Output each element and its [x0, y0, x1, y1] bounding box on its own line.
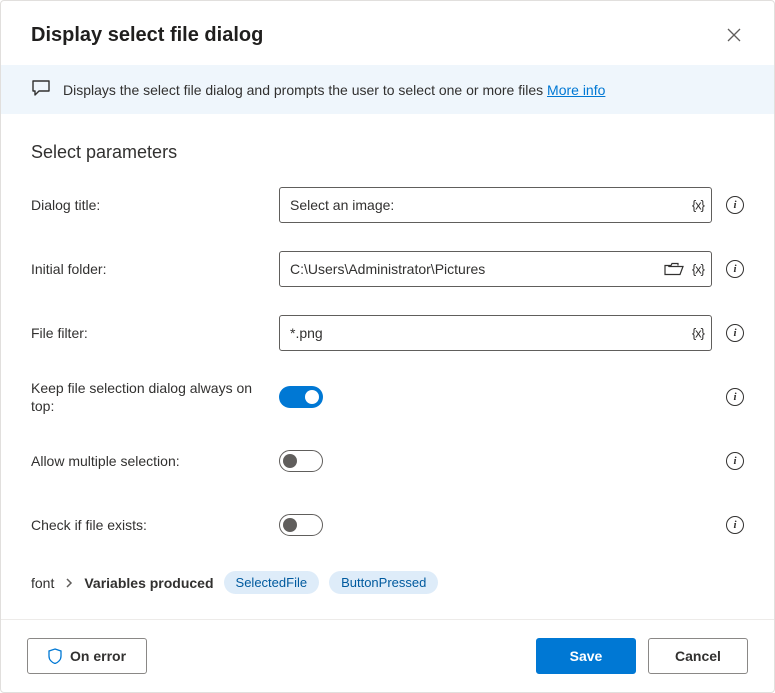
row-dialog-title: Dialog title: {x} i [31, 187, 744, 223]
toggle-check-exists[interactable] [279, 514, 323, 536]
chevron-right-icon[interactable] [64, 578, 74, 588]
folder-browse-icon[interactable] [664, 262, 684, 276]
variable-pill[interactable]: SelectedFile [224, 571, 320, 594]
row-allow-multiple: Allow multiple selection: i [31, 443, 744, 479]
label-check-exists: Check if file exists: [31, 516, 279, 534]
shield-icon [48, 648, 62, 664]
info-icon[interactable]: i [726, 196, 744, 214]
more-info-link[interactable]: More info [547, 82, 605, 98]
label-initial-folder: Initial folder: [31, 260, 279, 278]
info-icon[interactable]: i [726, 516, 744, 534]
info-icon[interactable]: i [726, 324, 744, 342]
dialog-header: Display select file dialog [1, 1, 774, 65]
variable-pill[interactable]: ButtonPressed [329, 571, 438, 594]
label-allow-multiple: Allow multiple selection: [31, 452, 279, 470]
on-error-button[interactable]: On error [27, 638, 147, 674]
row-file-filter: File filter: {x} i [31, 315, 744, 351]
info-banner: Displays the select file dialog and prom… [1, 65, 774, 114]
variable-picker-icon[interactable]: {x} [690, 324, 706, 343]
label-file-filter: File filter: [31, 324, 279, 342]
label-always-on-top: Keep file selection dialog always on top… [31, 379, 279, 415]
input-dialog-title[interactable] [279, 187, 712, 223]
close-button[interactable] [722, 23, 746, 47]
info-icon[interactable]: i [726, 388, 744, 406]
save-button[interactable]: Save [536, 638, 636, 674]
input-file-filter[interactable] [279, 315, 712, 351]
variable-picker-icon[interactable]: {x} [690, 196, 706, 215]
row-check-exists: Check if file exists: i [31, 507, 744, 543]
info-icon[interactable]: i [726, 260, 744, 278]
variable-picker-icon[interactable]: {x} [690, 260, 706, 279]
toggle-always-on-top[interactable] [279, 386, 323, 408]
label-dialog-title: Dialog title: [31, 196, 279, 214]
dialog-footer: On error Save Cancel [1, 619, 774, 692]
dialog-root: Display select file dialog Displays the … [0, 0, 775, 693]
banner-text: Displays the select file dialog and prom… [63, 82, 605, 98]
close-icon [727, 28, 741, 42]
variables-produced-label: Variables produced [84, 575, 213, 591]
toggle-allow-multiple[interactable] [279, 450, 323, 472]
dialog-content: Select parameters Dialog title: {x} i In… [1, 114, 774, 619]
section-title: Select parameters [31, 142, 744, 163]
comment-icon [31, 79, 51, 100]
cancel-button[interactable]: Cancel [648, 638, 748, 674]
info-icon[interactable]: i [726, 452, 744, 470]
row-always-on-top: Keep file selection dialog always on top… [31, 379, 744, 415]
row-initial-folder: Initial folder: {x} i [31, 251, 744, 287]
dialog-title: Display select file dialog [31, 24, 263, 47]
input-initial-folder[interactable] [279, 251, 712, 287]
variables-produced-row: font Variables produced SelectedFile But… [31, 571, 744, 594]
